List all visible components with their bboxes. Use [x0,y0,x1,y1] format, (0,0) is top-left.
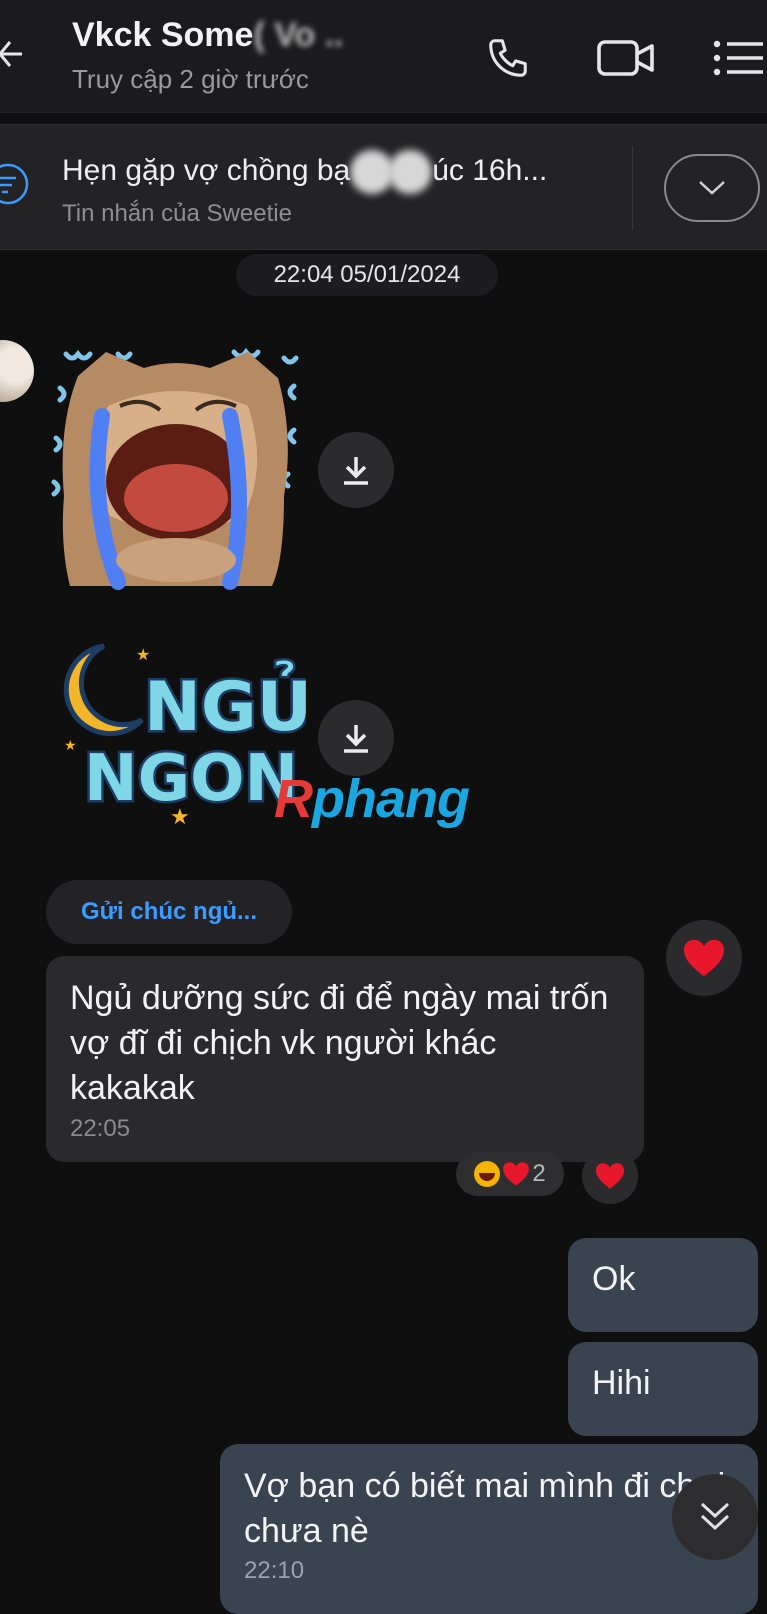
pin-list-icon [0,163,29,205]
download-icon [344,457,368,485]
pinned-text-start: Hẹn gặp vợ chồng bạ [62,153,351,187]
scroll-to-bottom-button[interactable] [672,1474,758,1560]
message-time: 22:10 [244,1557,305,1584]
message-time: 22:05 [70,1115,131,1142]
reaction-count: 2 [532,1160,546,1187]
star-icon: ★ [64,738,77,754]
good-night-sticker[interactable]: ★ ★ ★ NGỦ NGON [44,640,306,840]
download-sticker-button[interactable] [318,432,394,508]
message-text: Hihi [592,1364,651,1402]
heart-icon [503,1162,530,1186]
contact-name-text: Vkck Some [72,16,254,54]
message-text: Ngủ dưỡng sức đi để ngày mai trốn vợ đĩ … [70,979,609,1107]
pinned-message-text[interactable]: Hẹn gặp vợ chồng bạ úc 16h... [62,150,547,194]
heart-icon [684,939,724,977]
watermark-rest: phang [312,769,470,829]
incoming-message-bubble[interactable]: Ngủ dưỡng sức đi để ngày mai trốn vợ đĩ … [46,956,644,1162]
list-menu-icon [713,40,763,76]
date-separator: 22:04 05/01/2024 [236,254,498,296]
laughing-face-icon [474,1161,501,1187]
contact-name-blurred: ( Vo .. [253,16,344,54]
avatar[interactable] [0,340,34,402]
chevron-down-icon [699,181,725,195]
sticker-text-line2: NGON [84,742,298,816]
quoted-message-pill[interactable]: Gửi chúc ngủ... [46,880,292,944]
outgoing-message-bubble[interactable]: Hihi [568,1342,758,1436]
pinned-message-author: Tin nhắn của Sweetie [62,200,292,227]
double-chevron-down-icon [700,1502,730,1531]
expand-pinned-button[interactable] [664,154,760,222]
moon-icon [63,643,144,736]
video-camera-icon [597,40,654,76]
cat-paws [116,538,236,582]
last-seen-status: Truy cập 2 giờ trước [72,64,309,94]
phone-icon [489,39,527,77]
video-call-button[interactable] [594,30,658,86]
chat-header: Vkck Some( Vo .. Truy cập 2 giờ trước [0,0,767,113]
star-icon: ★ [136,645,150,664]
heart-icon [596,1163,624,1189]
reaction-summary[interactable]: 2 [456,1152,564,1196]
redaction-blur [388,150,433,194]
pinned-text-end: úc 16h... [432,153,548,187]
back-arrow-icon[interactable] [0,38,26,70]
sticker-text-line1: NGỦ [144,660,306,747]
call-button[interactable] [480,30,536,86]
reaction-button[interactable] [666,920,742,996]
crying-cat-sticker[interactable] [48,346,304,598]
add-reaction-button[interactable] [582,1148,638,1204]
outgoing-message-bubble[interactable]: Ok [568,1238,758,1332]
menu-button[interactable] [710,30,766,86]
message-text: Vợ bạn có biết mai mình đi chơi chưa nè [244,1467,726,1550]
watermark-r: R [274,769,313,829]
contact-name[interactable]: Vkck Some( Vo .. [72,16,343,55]
download-sticker-button[interactable] [318,700,394,776]
download-icon [344,725,368,753]
message-text: Ok [592,1260,636,1298]
cat-tongue [124,464,228,532]
watermark: Rphang [274,768,470,830]
divider [632,146,633,230]
